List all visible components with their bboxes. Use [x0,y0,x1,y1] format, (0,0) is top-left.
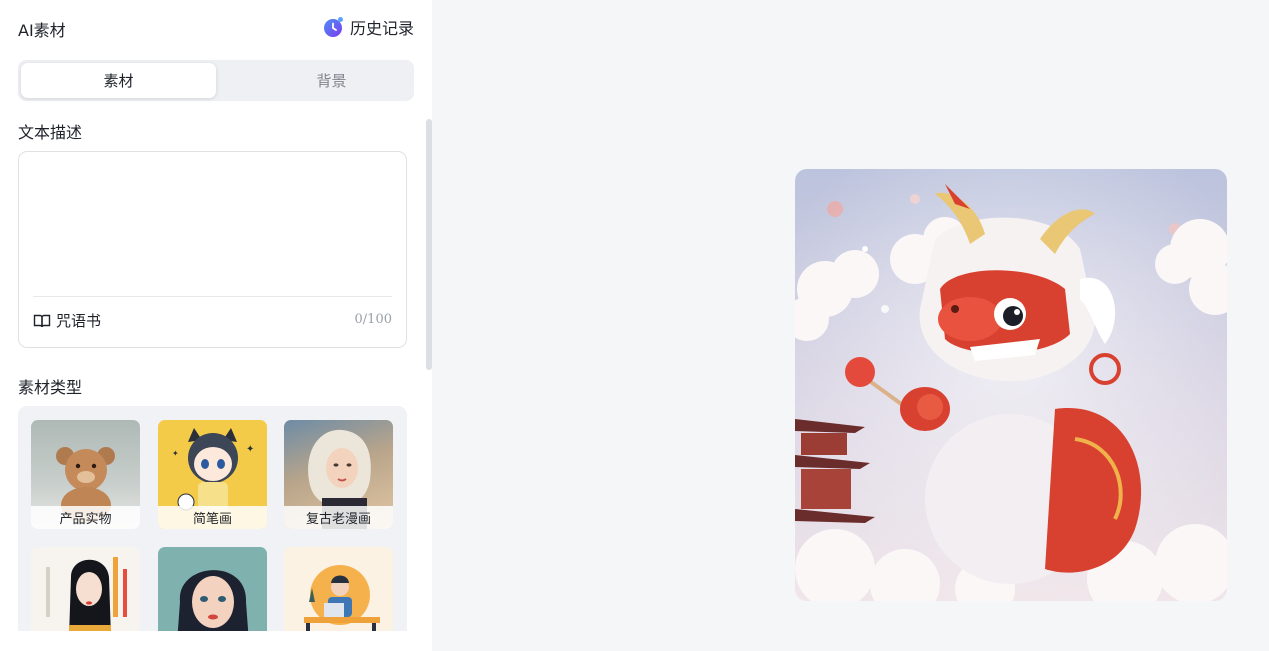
material-card-5[interactable] [158,547,267,631]
divider [33,296,392,297]
history-icon [324,17,343,37]
material-card-label: 复古老漫画 [284,506,393,529]
book-icon [33,314,51,327]
generated-image-preview[interactable] [795,169,1227,601]
material-card-sketch[interactable]: ✦ ✦ 简笔画 [158,420,267,529]
dragon-image [795,169,1227,601]
material-card-retro-comic[interactable]: 复古老漫画 [284,420,393,529]
tab-material[interactable]: 素材 [21,63,216,98]
material-card-label: 产品实物 [31,506,140,529]
desk-worker-image [304,565,380,631]
description-input[interactable] [33,164,393,289]
material-card-label: 简笔画 [158,506,267,529]
svg-text:✦: ✦ [246,444,254,455]
description-label: 文本描述 [18,123,83,142]
material-card-product[interactable]: 产品实物 [31,420,140,529]
portrait-woman-image [177,570,249,631]
char-counter: 0/100 [354,312,392,327]
spellbook-label: 咒语书 [56,312,102,330]
tab-background[interactable]: 背景 [234,63,429,98]
illustrated-woman-image [46,557,127,631]
spellbook-button[interactable]: 咒语书 [33,310,101,331]
left-panel: AI素材 历史记录 素材 背景 文本描述 咒语书 0/100 素材类型 产品实物… [0,0,432,651]
description-box: 咒语书 0/100 [18,151,407,348]
tab-bar: 素材 背景 [18,60,414,101]
material-card-6[interactable] [284,547,393,631]
scrollbar-thumb[interactable] [426,119,432,370]
history-button[interactable]: 历史记录 [322,15,414,39]
material-type-label: 素材类型 [18,378,83,397]
material-type-grid: 产品实物 ✦ ✦ 简笔画 复古老漫画 [18,406,407,631]
svg-text:✦: ✦ [172,449,179,458]
material-card-4[interactable] [31,547,140,631]
panel-title: AI素材 [18,21,66,40]
history-label: 历史记录 [350,19,415,38]
